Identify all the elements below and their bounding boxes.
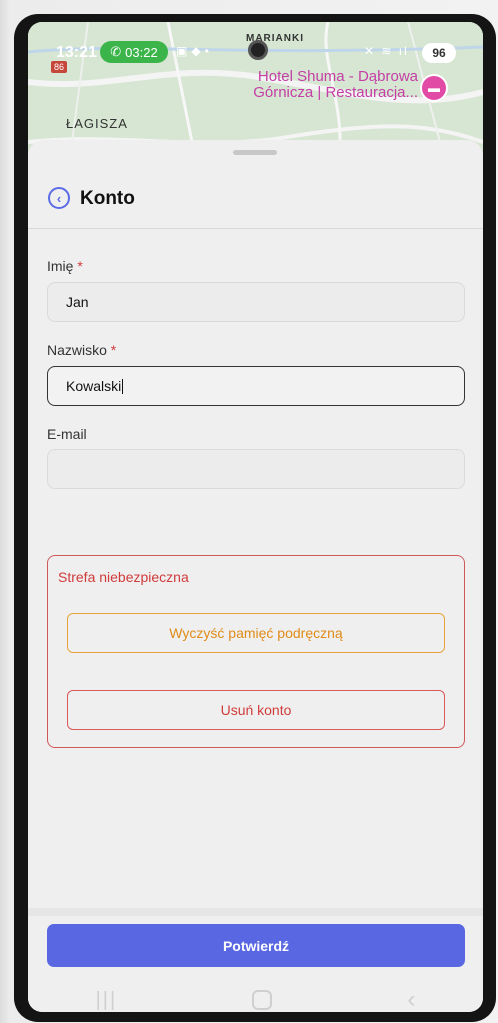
phone-screen: 86 MARIANKI ŁAGISZA Hotel Shuma - Dąbrow… bbox=[28, 22, 483, 1012]
email-label: E-mail bbox=[47, 426, 87, 442]
back-button[interactable]: ‹ bbox=[48, 187, 70, 209]
required-mark: * bbox=[77, 258, 83, 274]
last-name-label: Nazwisko * bbox=[47, 342, 116, 358]
system-nav-bar: ||| ‹ bbox=[28, 975, 483, 1012]
sheet-header: ‹ Konto bbox=[28, 170, 483, 210]
first-name-label: Imię * bbox=[47, 258, 83, 274]
call-duration: 03:22 bbox=[125, 44, 158, 60]
email-input[interactable] bbox=[47, 449, 465, 489]
chevron-left-icon: ‹ bbox=[56, 190, 62, 206]
page-title: Konto bbox=[80, 188, 135, 209]
last-name-input[interactable]: Kowalski bbox=[47, 366, 465, 406]
clear-cache-button[interactable]: Wyczyść pamięć podręczną bbox=[67, 613, 445, 653]
status-bar: 13:21 ✆ 03:22 ▣◆• ✕ ≋ ıl 96 bbox=[28, 40, 483, 66]
first-name-label-text: Imię bbox=[47, 258, 74, 274]
first-name-input[interactable]: Jan bbox=[47, 282, 465, 322]
status-time: 13:21 bbox=[56, 44, 97, 61]
last-name-value: Kowalski bbox=[66, 378, 122, 394]
account-sheet: ‹ Konto Imię * Jan Nazwisko * Kowalski E… bbox=[28, 140, 483, 1012]
back-nav-icon[interactable]: ‹ bbox=[407, 986, 415, 1012]
text-cursor bbox=[122, 378, 124, 394]
danger-zone: Strefa niebezpieczna Wyczyść pamięć podr… bbox=[47, 555, 465, 748]
header-divider bbox=[28, 228, 483, 229]
recent-apps-icon[interactable]: ||| bbox=[96, 989, 118, 1012]
delete-account-button[interactable]: Usuń konto bbox=[67, 690, 445, 730]
notification-icons: ▣◆• bbox=[176, 44, 213, 58]
home-icon[interactable] bbox=[252, 990, 273, 1010]
hotel-pin-icon[interactable]: ▬ bbox=[420, 74, 448, 102]
required-mark: * bbox=[110, 342, 117, 358]
danger-zone-title: Strefa niebezpieczna bbox=[58, 569, 189, 585]
drag-handle[interactable] bbox=[233, 150, 277, 155]
last-name-label-text: Nazwisko bbox=[47, 342, 107, 358]
front-camera bbox=[248, 40, 268, 60]
confirm-button[interactable]: Potwierdź bbox=[47, 924, 465, 967]
first-name-value: Jan bbox=[66, 294, 89, 310]
poi-name-line2: Górnicza | Restauracja... bbox=[253, 84, 418, 101]
poi-label[interactable]: Hotel Shuma - Dąbrowa Górnicza | Restaur… bbox=[240, 69, 418, 101]
signal-wifi-icons: ✕ ≋ ıl bbox=[364, 44, 409, 58]
phone-icon: ✆ bbox=[110, 44, 122, 59]
ongoing-call-pill[interactable]: ✆ 03:22 bbox=[100, 41, 168, 63]
battery-indicator: 96 bbox=[422, 43, 456, 63]
map-label-lagisza: ŁAGISZA bbox=[66, 116, 128, 131]
footer-separator bbox=[28, 908, 483, 916]
poi-name-line1: Hotel Shuma - Dąbrowa bbox=[257, 68, 418, 85]
battery-level: 96 bbox=[432, 46, 446, 60]
